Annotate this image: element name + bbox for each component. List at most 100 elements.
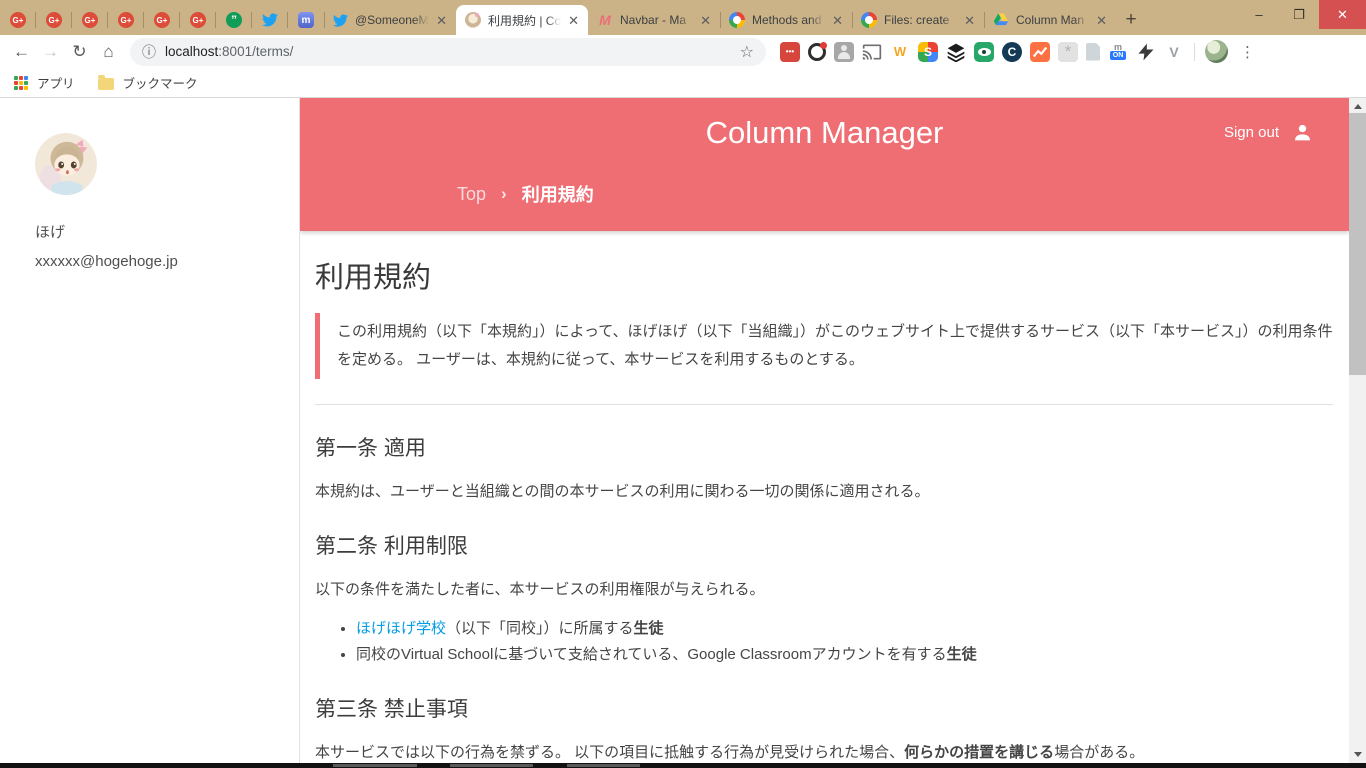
close-button[interactable]: ✕: [1319, 0, 1366, 29]
tab-close-icon[interactable]: ✕: [436, 14, 447, 27]
extensions-area: ••• W S C * m ON V: [780, 41, 1184, 62]
pinned-tab-hangouts[interactable]: ”: [215, 5, 252, 35]
kebab-menu-icon[interactable]: ⋮: [1240, 43, 1255, 61]
tab-close-icon[interactable]: ✕: [832, 14, 843, 27]
google-drive-icon: [993, 13, 1009, 26]
red-dots-extension-icon[interactable]: •••: [780, 41, 800, 62]
materialize-icon: M: [599, 12, 611, 28]
window-controls: – ❐ ✕: [1239, 0, 1366, 29]
v-grey-extension-icon[interactable]: V: [1164, 42, 1184, 62]
address-bar[interactable]: ⓘ localhost:8001/terms/ ☆: [130, 37, 766, 66]
tab-methods[interactable]: Methods and ✕: [720, 5, 852, 35]
app-header: Column Manager Sign out Top › 利用規約: [300, 98, 1349, 231]
section-body-3: 本サービスでは以下の行為を禁ずる。 以下の項目に抵触する行為が見受けられた場合、…: [315, 742, 1333, 763]
pinned-tab-googleplus[interactable]: G+: [143, 5, 180, 35]
tab-column-manager[interactable]: Column Man ✕: [984, 5, 1116, 35]
browser-profile-avatar[interactable]: [1205, 40, 1228, 63]
sign-out[interactable]: Sign out: [1224, 122, 1313, 143]
black-layers-extension-icon[interactable]: [946, 42, 966, 62]
bookmark-folder-icon[interactable]: [97, 75, 114, 90]
scrollbar-thumb[interactable]: [1349, 113, 1366, 375]
forward-icon[interactable]: →: [37, 42, 64, 62]
url-host: localhost: [165, 44, 219, 59]
tab-close-icon[interactable]: ✕: [1096, 14, 1107, 27]
googleplus-icon: G+: [154, 12, 170, 28]
dark-c-extension-icon[interactable]: C: [1002, 41, 1022, 62]
apps-grid-icon[interactable]: [14, 75, 28, 90]
tab-terms-active[interactable]: 利用規約 | Co ✕: [456, 5, 588, 35]
m-on-extension-icon[interactable]: m ON: [1108, 42, 1128, 62]
tab-label: Column Man: [1016, 13, 1085, 27]
google-api-icon: [861, 12, 877, 28]
pinned-tab-googleplus[interactable]: G+: [71, 5, 108, 35]
list-item: ほげほげ学校（以下「同校」）に所属する生徒: [356, 617, 1333, 640]
tab-navbar-materialize[interactable]: M Navbar - Ma ✕: [588, 5, 720, 35]
pinned-tab-googleplus[interactable]: G+: [179, 5, 216, 35]
browser-toolbar: ← → ↻ ⌂ ⓘ localhost:8001/terms/ ☆ ••• W …: [0, 35, 1366, 68]
back-icon[interactable]: ←: [8, 42, 35, 62]
cast-icon[interactable]: [862, 42, 882, 62]
section-heading-2: 第二条 利用制限: [315, 535, 468, 558]
pinned-tab-twitter[interactable]: [251, 5, 288, 35]
school-link[interactable]: ほげほげ学校: [356, 620, 446, 637]
tab-close-icon[interactable]: ✕: [964, 14, 975, 27]
tab-close-icon[interactable]: ✕: [568, 14, 579, 27]
section-body-2: 以下の条件を満たした者に、本サービスの利用権限が与えられる。: [315, 581, 765, 598]
googleplus-icon: G+: [46, 12, 62, 28]
toolbar-divider: [1194, 42, 1195, 61]
breadcrumb-current: 利用規約: [521, 185, 594, 205]
s-colorful-extension-icon[interactable]: S: [918, 41, 938, 62]
tab-close-icon[interactable]: ✕: [700, 14, 711, 27]
terms-content: 利用規約 この利用規約（以下「本規約」）によって、ほげほげ（以下「当組織」）がこ…: [300, 231, 1349, 763]
tab-someonem[interactable]: @SomeoneM ✕: [324, 5, 456, 35]
section-heading-3: 第三条 禁止事項: [315, 698, 468, 721]
restore-button[interactable]: ❐: [1279, 0, 1319, 29]
list-item-text: （以下「同校」）に所属する: [446, 619, 634, 637]
tab-label: 利用規約 | Co: [488, 13, 562, 28]
user-avatar-icon: [465, 12, 481, 28]
info-icon[interactable]: ⓘ: [142, 42, 156, 62]
googleplus-icon: G+: [118, 12, 134, 28]
breadcrumb-top-link[interactable]: Top: [457, 184, 486, 205]
grey-flower-extension-icon[interactable]: *: [1058, 41, 1078, 62]
pinned-tab-mastodon[interactable]: m: [287, 5, 324, 35]
user-email: xxxxxx@hogehoge.jp: [35, 253, 178, 270]
tab-label: @SomeoneM: [355, 13, 429, 27]
dark-circle-extension-icon[interactable]: [808, 41, 827, 61]
google-api-icon: [729, 12, 745, 28]
eligibility-list: ほげほげ学校（以下「同校」）に所属する生徒 同校のVirtual Schoolに…: [356, 617, 1333, 667]
home-icon[interactable]: ⌂: [95, 42, 122, 62]
w-extension-icon[interactable]: W: [890, 41, 910, 62]
grey-person-extension-icon[interactable]: [834, 41, 854, 62]
list-item-text: 同校のVirtual Schoolに基づいて支給されている、Google Cla…: [356, 645, 947, 663]
grey-document-extension-icon[interactable]: [1086, 42, 1100, 61]
bookmarks-folder-label[interactable]: ブックマーク: [123, 73, 198, 92]
new-tab-button[interactable]: +: [1116, 5, 1146, 35]
minimize-button[interactable]: –: [1239, 0, 1279, 29]
pinned-tab-googleplus[interactable]: G+: [35, 5, 72, 35]
body-text: 場合がある。: [1054, 744, 1145, 761]
page-scrollbar[interactable]: [1349, 98, 1366, 763]
tab-files-create[interactable]: Files: create ✕: [852, 5, 984, 35]
url-path: :8001/terms/: [218, 44, 294, 59]
green-eye-extension-icon[interactable]: [974, 41, 994, 62]
tab-strip: G+ G+ G+ G+ G+ G+ ” m @SomeoneM ✕ 利用規約 |…: [0, 0, 1366, 35]
list-item-bold: 生徒: [946, 645, 977, 663]
pinned-tab-googleplus[interactable]: G+: [107, 5, 144, 35]
pinned-tab-googleplus[interactable]: G+: [0, 5, 36, 35]
hangouts-icon: ”: [226, 12, 242, 28]
taskbar-edge: [0, 763, 1366, 768]
lightning-extension-icon[interactable]: [1136, 42, 1156, 62]
sign-out-label[interactable]: Sign out: [1224, 124, 1279, 141]
bookmark-star-icon[interactable]: ☆: [740, 42, 754, 62]
user-avatar: [35, 133, 97, 195]
twitter-icon: [333, 13, 348, 27]
tab-label: Methods and: [752, 13, 822, 27]
apps-bookmark-label[interactable]: アプリ: [37, 73, 75, 92]
scroll-down-icon[interactable]: [1354, 752, 1362, 757]
reload-icon[interactable]: ↻: [66, 42, 93, 62]
scroll-up-icon[interactable]: [1354, 104, 1362, 109]
divider: [315, 403, 1333, 405]
tab-label: Navbar - Ma: [620, 13, 687, 27]
orange-chart-extension-icon[interactable]: [1030, 41, 1050, 62]
